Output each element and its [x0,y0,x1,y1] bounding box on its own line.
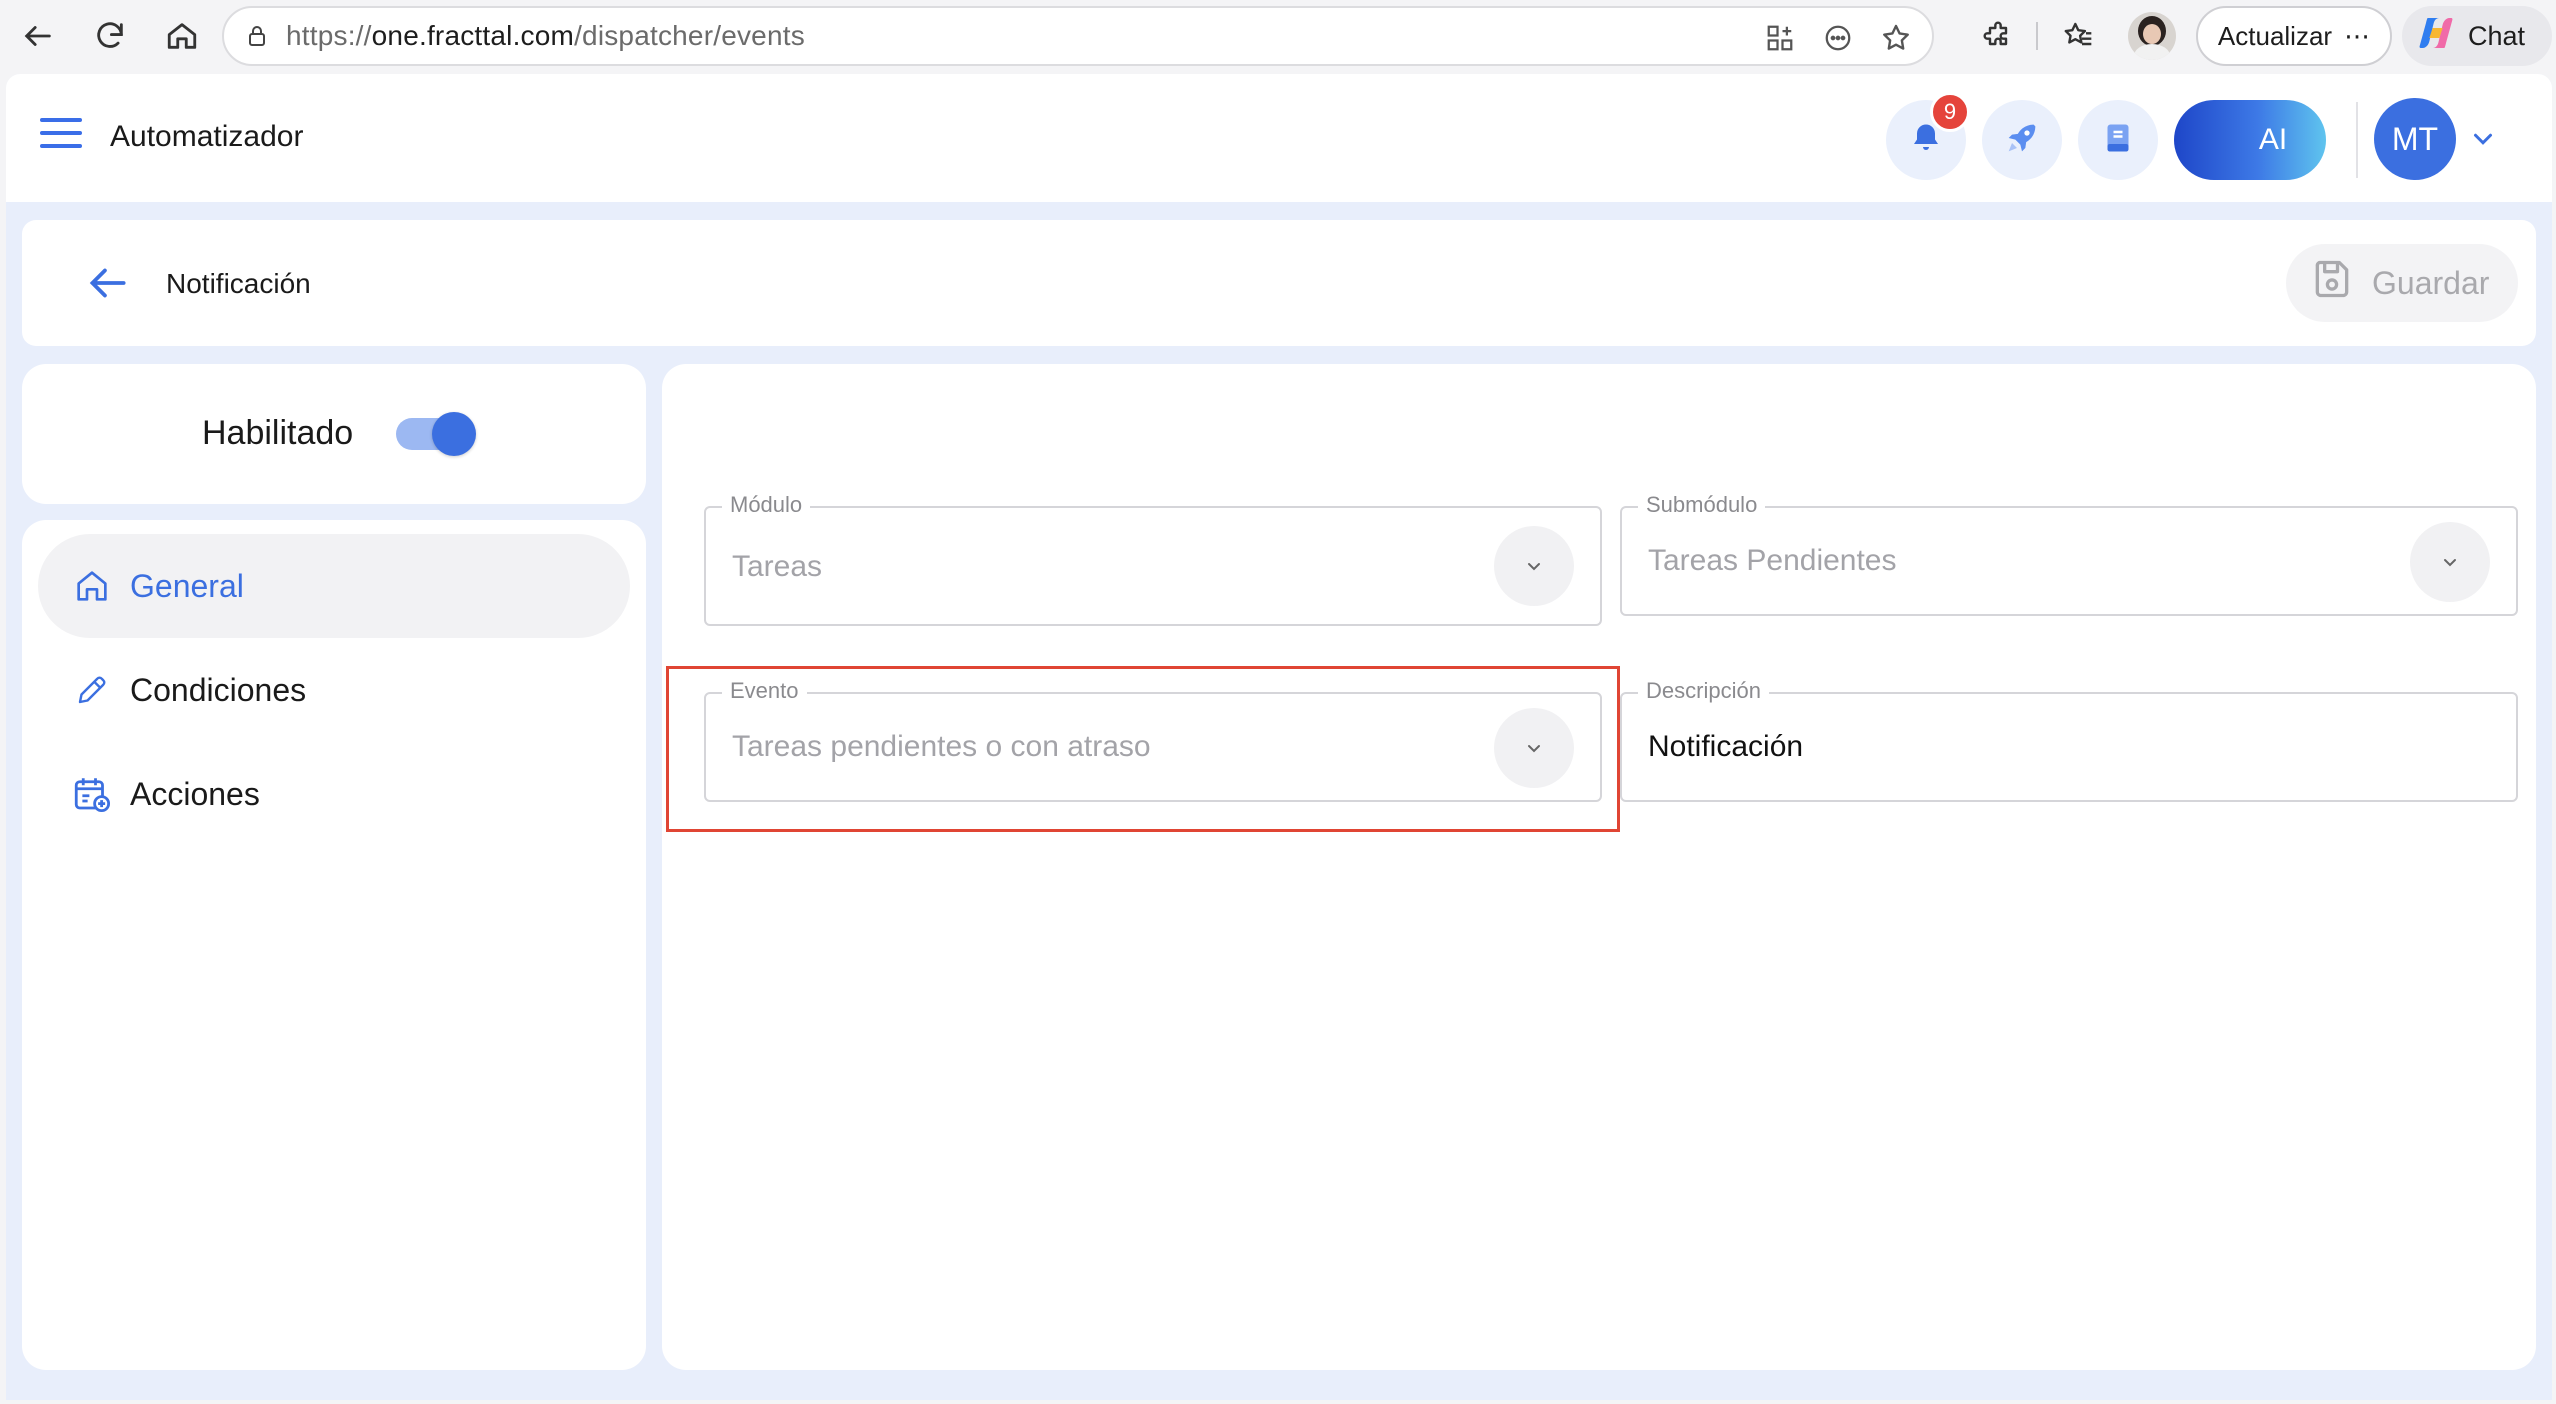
pencil-icon [70,668,114,712]
descripcion-input[interactable]: Descripción Notificación [1620,678,2518,802]
notifications-button[interactable]: 9 [1886,92,1970,180]
url-path: /dispatcher/events [574,20,805,51]
app-window: Automatizador 9 AI MT Notificación Guard… [6,74,2552,1400]
documentation-button[interactable] [2078,100,2158,180]
home-icon [70,564,114,608]
url-prefix: https:// [286,20,372,51]
chrome-divider [2036,22,2038,50]
user-avatar[interactable]: MT [2374,98,2456,180]
book-icon [2100,120,2136,161]
chevron-down-icon[interactable] [1494,526,1574,606]
ai-label: AI [2258,123,2288,156]
profile-avatar[interactable] [2128,12,2176,60]
enabled-label: Habilitado [202,414,354,452]
app-grid-icon[interactable] [1760,18,1800,58]
modulo-select[interactable]: Módulo Tareas [704,492,1602,626]
enabled-toggle[interactable] [396,412,476,456]
more-circle-icon[interactable] [1818,18,1858,58]
update-label: Actualizar [2217,20,2333,51]
copilot-chat-button[interactable]: Chat [2402,6,2552,66]
avatar-initials: MT [2391,120,2439,157]
url-host: one.fracttal.com [371,20,575,51]
descripcion-label: Descripción [1638,678,1769,704]
save-icon [2310,257,2354,309]
sidebar-item-label: Condiciones [130,671,307,708]
modulo-label: Módulo [722,492,811,518]
topbar-divider [2356,102,2358,178]
address-bar[interactable]: https://one.fracttal.com/dispatcher/even… [222,6,1934,66]
modulo-value: Tareas [732,550,823,583]
more-icon: ⋯ [2344,20,2371,51]
calendar-add-icon [70,772,114,816]
sidebar-item-label: Acciones [130,775,260,812]
chevron-down-icon[interactable] [2410,522,2490,602]
copilot-icon [2416,13,2456,60]
sidebar-item-general[interactable]: General [38,534,630,638]
star-icon[interactable] [1876,18,1916,58]
evento-highlight-box [666,666,1620,832]
descripcion-value: Notificación [1648,730,1804,763]
chevron-down-icon[interactable] [2468,124,2498,154]
sidebar-item-condiciones[interactable]: Condiciones [38,638,630,742]
sidebar-item-label: General [130,567,244,604]
extensions-icon[interactable] [1976,14,2020,58]
rocket-icon [2002,118,2042,163]
general-form: Módulo Tareas Submódulo Tareas Pendiente… [662,364,2536,1370]
page-header: Notificación Guardar [22,220,2536,346]
submodulo-select[interactable]: Submódulo Tareas Pendientes [1620,492,2518,616]
save-label: Guardar [2372,264,2490,301]
lock-icon[interactable] [242,21,272,51]
notification-count-badge: 9 [1930,92,1970,132]
reload-icon[interactable] [88,14,132,58]
submodulo-label: Submódulo [1638,492,1766,518]
submodulo-value: Tareas Pendientes [1648,544,1897,577]
enabled-card: Habilitado [22,364,646,504]
ai-button[interactable]: AI [2174,100,2326,180]
back-arrow-icon[interactable] [82,258,132,308]
favorites-icon[interactable] [2056,14,2100,58]
app-topbar: Automatizador 9 AI MT [6,74,2552,202]
page-title: Notificación [166,268,311,299]
back-icon[interactable] [16,14,60,58]
home-icon[interactable] [160,14,204,58]
app-title: Automatizador [110,120,304,153]
save-button[interactable]: Guardar [2286,244,2518,322]
hamburger-menu-icon[interactable] [40,118,82,154]
browser-chrome: https://one.fracttal.com/dispatcher/even… [0,0,2556,72]
launch-button[interactable] [1982,100,2062,180]
sidebar: General Condiciones Acciones [22,520,646,1370]
sidebar-item-acciones[interactable]: Acciones [38,742,630,846]
update-button[interactable]: Actualizar ⋯ [2196,6,2392,66]
chat-label: Chat [2468,20,2526,51]
url-text[interactable]: https://one.fracttal.com/dispatcher/even… [286,20,805,52]
